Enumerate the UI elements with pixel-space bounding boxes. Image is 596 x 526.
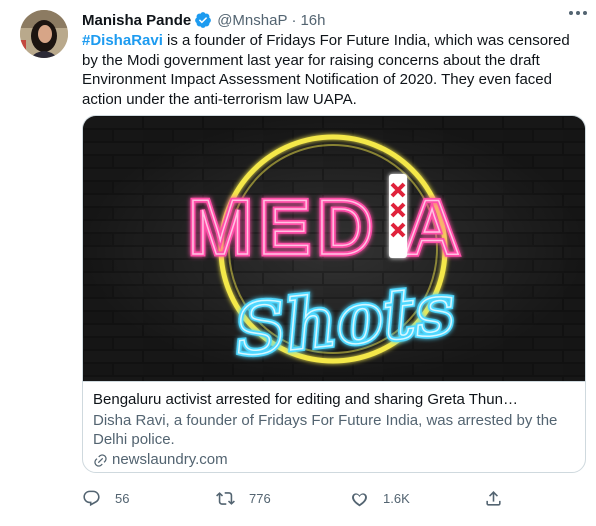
media-shots-logo-image: MED A MED A Shots Shots (83, 116, 585, 381)
link-icon (94, 453, 107, 467)
card-description: Disha Ravi, a founder of Fridays For Fut… (93, 412, 558, 448)
share-icon (486, 490, 501, 506)
link-preview-card[interactable]: MED A MED A Shots Shots Bengaluru activi… (82, 115, 586, 473)
tweet-header: Manisha Pande @MnshaP · 16h (82, 9, 584, 31)
separator-dot: · (291, 11, 297, 29)
reply-count: 56 (115, 490, 130, 506)
card-domain-text: newslaundry.com (112, 451, 228, 468)
reply-icon (83, 490, 100, 506)
retweet-count: 776 (249, 490, 271, 506)
tweet-timestamp[interactable]: 16h (300, 12, 325, 29)
avatar[interactable] (20, 10, 68, 58)
retweet-button[interactable]: 776 (216, 486, 350, 510)
card-domain[interactable]: newslaundry.com (93, 450, 575, 470)
verified-badge-icon (194, 11, 212, 29)
card-info[interactable]: Bengaluru activist arrested for editing … (83, 381, 585, 472)
like-count: 1.6K (383, 490, 410, 506)
reply-button[interactable]: 56 (82, 486, 216, 510)
more-icon[interactable] (566, 4, 590, 22)
tweet[interactable]: Manisha Pande @MnshaP · 16h #DishaRavi i… (0, 0, 596, 526)
author-handle[interactable]: @MnshaP (217, 12, 287, 29)
like-button[interactable]: 1.6K (350, 486, 484, 510)
retweet-icon (216, 491, 235, 505)
like-icon (352, 492, 367, 506)
hashtag-link[interactable]: #DishaRavi (82, 32, 163, 49)
author-name[interactable]: Manisha Pande (82, 12, 191, 29)
share-button[interactable] (484, 486, 524, 510)
card-image[interactable]: MED A MED A Shots Shots (83, 116, 585, 381)
svg-text:MED A: MED A (188, 183, 466, 271)
card-title[interactable]: Bengaluru activist arrested for editing … (93, 390, 575, 410)
tweet-text: #DishaRavi is a founder of Fridays For F… (82, 31, 582, 109)
tweet-actions: 56 776 1.6K (82, 486, 562, 510)
